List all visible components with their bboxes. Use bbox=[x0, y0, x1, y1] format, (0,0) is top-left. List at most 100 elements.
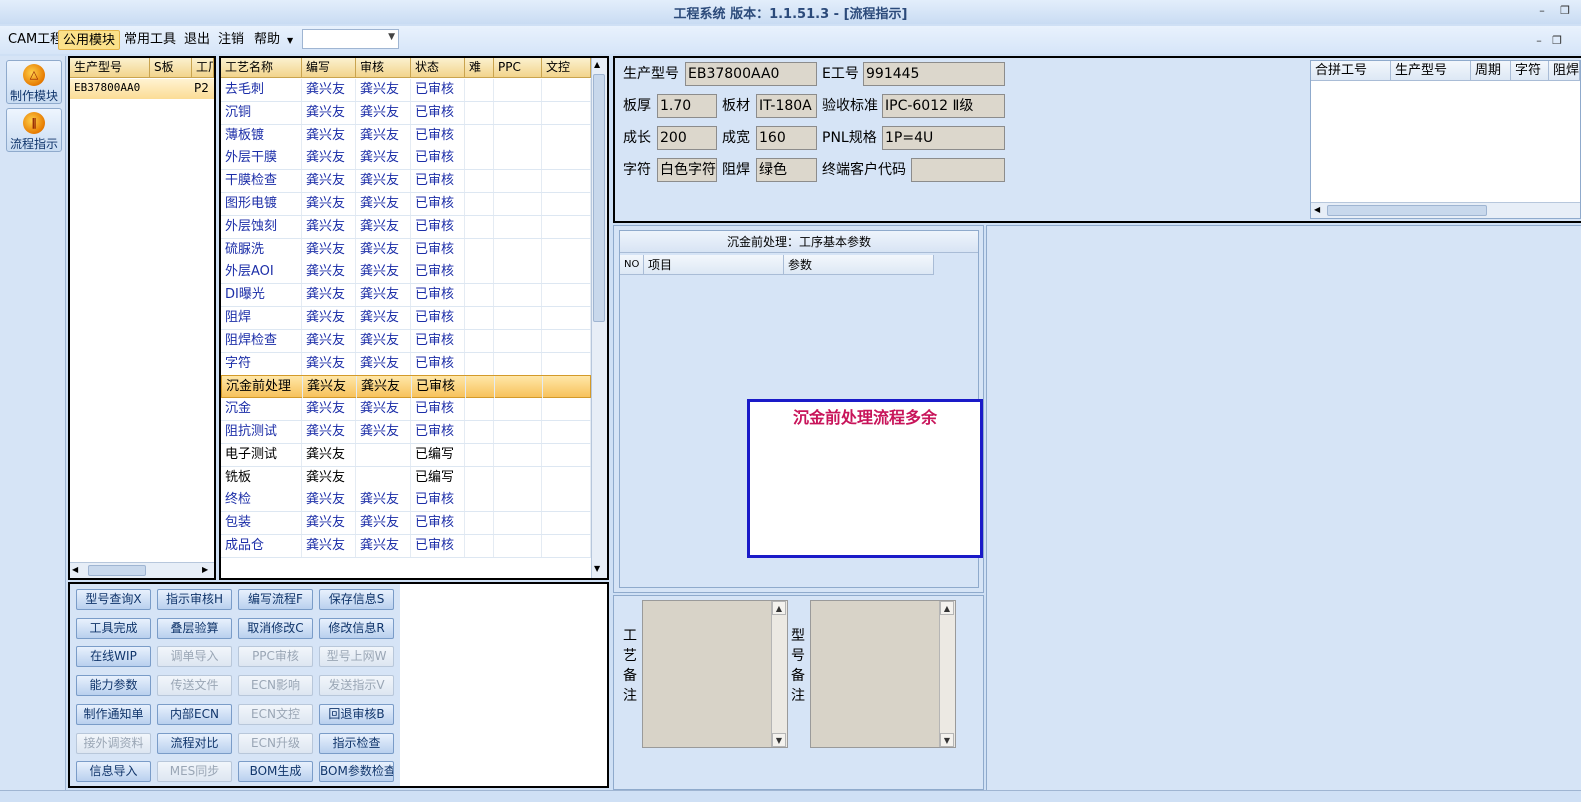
process-list-vscroll[interactable]: ▲ ▼ bbox=[591, 58, 607, 578]
table-row[interactable]: 去毛刺 龚兴友 龚兴友 已审核 bbox=[221, 79, 591, 102]
process-note-textarea[interactable]: ▲ ▼ bbox=[642, 600, 788, 748]
table-row[interactable]: 终检 龚兴友 龚兴友 已审核 bbox=[221, 489, 591, 513]
action-button-6[interactable]: 取消修改C bbox=[238, 617, 313, 639]
action-button-7[interactable]: 修改信息R bbox=[319, 617, 394, 639]
table-row[interactable]: 硫脲洗 龚兴友 龚兴友 已审核 bbox=[221, 238, 591, 262]
action-button-2[interactable]: 编写流程F bbox=[238, 589, 313, 610]
table-row[interactable]: 外层干膜 龚兴友 龚兴友 已审核 bbox=[221, 147, 591, 171]
table-row[interactable]: 电子测试 龚兴友 已编写 bbox=[221, 443, 591, 467]
customer-code-field[interactable] bbox=[911, 158, 1005, 182]
length-field[interactable]: 200 bbox=[657, 126, 717, 150]
col-s-board[interactable]: S板 bbox=[150, 58, 192, 77]
standard-field[interactable]: IPC-6012 Ⅱ级 bbox=[882, 94, 1005, 118]
table-row[interactable]: 阻焊检查 龚兴友 龚兴友 已审核 bbox=[221, 329, 591, 353]
model-note-textarea[interactable]: ▲ ▼ bbox=[810, 600, 956, 748]
character-field[interactable]: 白色字符 bbox=[657, 158, 717, 182]
col-merge-model[interactable]: 生产型号 bbox=[1391, 61, 1471, 81]
menu-exit[interactable]: 退出 bbox=[180, 30, 214, 50]
action-button-9[interactable]: 调单导入 bbox=[157, 646, 232, 668]
menu-combo-select[interactable]: ▼ bbox=[302, 29, 399, 49]
material-field[interactable]: IT-180A bbox=[756, 94, 817, 118]
action-button-5[interactable]: 叠层验算 bbox=[157, 617, 232, 639]
model-list-hscroll[interactable]: ◀ ▶ bbox=[70, 562, 214, 578]
scroll-thumb[interactable] bbox=[1327, 205, 1487, 216]
action-button-15[interactable]: 发送指示V bbox=[319, 675, 394, 697]
table-row[interactable]: 成品仓 龚兴友 龚兴友 已审核 bbox=[221, 535, 591, 558]
action-button-1[interactable]: 指示审核H bbox=[157, 589, 232, 610]
table-row[interactable]: 干膜检查 龚兴友 龚兴友 已审核 bbox=[221, 170, 591, 194]
solder-mask-field[interactable]: 绿色 bbox=[756, 158, 817, 182]
col-merge-cycle[interactable]: 周期 bbox=[1471, 61, 1511, 81]
col-factory[interactable]: 工厂 bbox=[192, 58, 214, 77]
action-button-23[interactable]: 指示检查 bbox=[319, 732, 394, 754]
col-model[interactable]: 生产型号 bbox=[70, 58, 150, 77]
table-row[interactable]: 薄板镀 龚兴友 龚兴友 已审核 bbox=[221, 124, 591, 148]
action-button-16[interactable]: 制作通知单 bbox=[76, 703, 151, 725]
action-button-11[interactable]: 型号上网W bbox=[319, 646, 394, 668]
scroll-down-icon[interactable]: ▼ bbox=[772, 733, 786, 747]
action-button-3[interactable]: 保存信息S bbox=[319, 589, 394, 610]
action-button-19[interactable]: 回退审核B bbox=[319, 703, 394, 725]
scroll-down-icon[interactable]: ▼ bbox=[940, 733, 954, 747]
pnl-field[interactable]: 1P=4U bbox=[882, 126, 1005, 150]
action-button-12[interactable]: 能力参数 bbox=[76, 675, 151, 697]
col-writer[interactable]: 编写 bbox=[302, 58, 356, 77]
make-module-button[interactable]: △ 制作模块 bbox=[6, 60, 62, 104]
scroll-up-icon[interactable]: ▲ bbox=[940, 601, 954, 615]
col-no[interactable]: NO bbox=[620, 255, 644, 275]
action-button-14[interactable]: ECN影响 bbox=[238, 675, 313, 697]
col-merge-mask[interactable]: 阻焊 bbox=[1549, 61, 1580, 81]
scroll-down-icon[interactable]: ▼ bbox=[594, 564, 600, 573]
action-button-25[interactable]: MES同步 bbox=[157, 761, 232, 783]
process-note-scrollbar[interactable]: ▲ ▼ bbox=[771, 601, 787, 747]
action-button-21[interactable]: 流程对比 bbox=[157, 732, 232, 754]
scroll-up-icon[interactable]: ▲ bbox=[772, 601, 786, 615]
table-row[interactable]: 图形电镀 龚兴友 龚兴友 已审核 bbox=[221, 193, 591, 216]
menu-logout[interactable]: 注销 bbox=[214, 30, 248, 50]
col-param[interactable]: 参数 bbox=[784, 255, 934, 275]
table-row[interactable]: 沉金前处理 龚兴友 龚兴友 已审核 bbox=[221, 375, 592, 399]
table-row[interactable]: 外层蚀刻 龚兴友 龚兴友 已审核 bbox=[221, 215, 591, 239]
action-button-27[interactable]: BOM参数检查 bbox=[319, 761, 394, 783]
scroll-thumb[interactable] bbox=[593, 74, 605, 322]
col-item[interactable]: 项目 bbox=[644, 255, 784, 275]
menu-common-tools[interactable]: 常用工具 bbox=[120, 30, 180, 50]
model-field[interactable]: EB37800AA0 bbox=[685, 62, 817, 86]
scroll-left-icon[interactable]: ◀ bbox=[1314, 205, 1320, 214]
table-row[interactable]: 阻焊 龚兴友 龚兴友 已审核 bbox=[221, 307, 591, 330]
action-button-8[interactable]: 在线WIP bbox=[76, 646, 151, 668]
action-button-20[interactable]: 接外调资料 bbox=[76, 732, 151, 754]
table-row[interactable]: 外层AOI 龚兴友 龚兴友 已审核 bbox=[221, 261, 591, 285]
width-field[interactable]: 160 bbox=[756, 126, 817, 150]
action-button-24[interactable]: 信息导入 bbox=[76, 761, 151, 783]
table-row[interactable]: 字符 龚兴友 龚兴友 已审核 bbox=[221, 352, 591, 376]
mdi-minimize-button[interactable]: – bbox=[1530, 33, 1548, 49]
merge-grid-hscroll[interactable]: ◀ bbox=[1311, 202, 1580, 218]
scroll-right-icon[interactable]: ▶ bbox=[202, 565, 208, 574]
process-guide-button[interactable]: ‖ 流程指示 bbox=[6, 108, 62, 152]
table-row[interactable]: DI曝光 龚兴友 龚兴友 已审核 bbox=[221, 284, 591, 308]
action-button-4[interactable]: 工具完成 bbox=[76, 617, 151, 639]
table-row[interactable]: 包装 龚兴友 龚兴友 已审核 bbox=[221, 512, 591, 536]
minimize-window-button[interactable]: – bbox=[1533, 3, 1551, 19]
scroll-up-icon[interactable]: ▲ bbox=[594, 60, 600, 69]
table-row[interactable]: EB37800AA0 P2 bbox=[70, 79, 214, 99]
col-doc-control[interactable]: 文控 bbox=[542, 58, 591, 77]
table-row[interactable]: 铣板 龚兴友 已编写 bbox=[221, 466, 591, 490]
table-row[interactable]: 沉金 龚兴友 龚兴友 已审核 bbox=[221, 398, 591, 422]
action-button-17[interactable]: 内部ECN bbox=[157, 703, 232, 725]
col-reviewer[interactable]: 审核 bbox=[356, 58, 411, 77]
col-status[interactable]: 状态 bbox=[411, 58, 465, 77]
e-number-field[interactable]: 991445 bbox=[863, 62, 1005, 86]
action-button-18[interactable]: ECN文控 bbox=[238, 703, 313, 725]
col-merge-no[interactable]: 合拼工号 bbox=[1311, 61, 1391, 81]
action-button-22[interactable]: ECN升级 bbox=[238, 732, 313, 754]
model-note-scrollbar[interactable]: ▲ ▼ bbox=[939, 601, 955, 747]
table-row[interactable]: 阻抗测试 龚兴友 龚兴友 已审核 bbox=[221, 421, 591, 444]
help-dropdown-icon[interactable]: ▼ bbox=[287, 36, 293, 45]
action-button-0[interactable]: 型号查询X bbox=[76, 589, 151, 610]
col-process-name[interactable]: 工艺名称 bbox=[221, 58, 302, 77]
scroll-left-icon[interactable]: ◀ bbox=[72, 565, 78, 574]
scroll-thumb[interactable] bbox=[88, 565, 146, 576]
restore-window-button[interactable]: ❐ bbox=[1556, 3, 1574, 19]
